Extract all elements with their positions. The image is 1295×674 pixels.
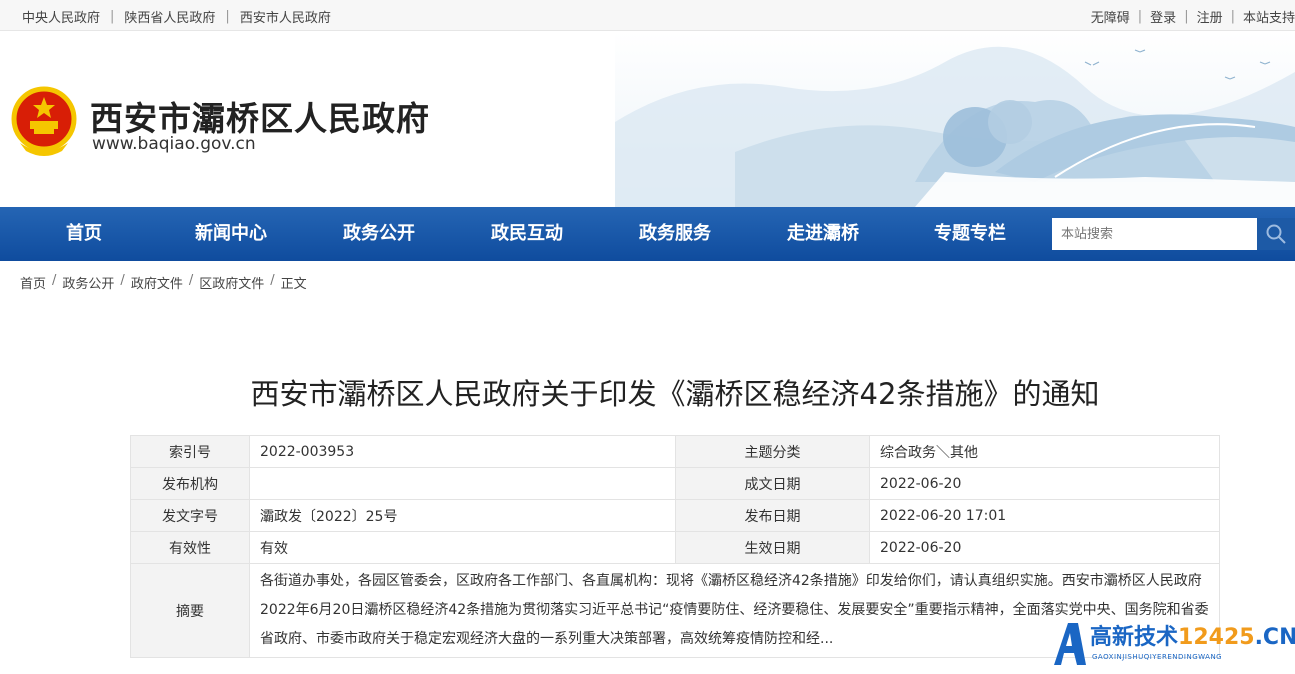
breadcrumb-district-docs[interactable]: 区政府文件 [199,273,264,292]
watermark-main: 高新技术 [1090,625,1179,650]
breadcrumb-current: 正文 [280,277,307,292]
validity-value: 有效 [249,531,676,564]
topic-label: 主题分类 [675,435,870,468]
nav-item-news[interactable]: 新闻中心 [176,207,286,261]
national-emblem-icon [11,86,77,156]
nav-item-home[interactable]: 首页 [34,207,134,261]
summary-label: 摘要 [130,563,250,658]
site-title[interactable]: 西安市灞桥区人民政府 [90,92,430,140]
link-register[interactable]: 注册 [1197,7,1223,26]
breadcrumb-separator: / [52,273,57,288]
nav-item-special-topics[interactable]: 专题专栏 [915,207,1025,261]
watermark-a-icon [1054,623,1086,665]
link-accessibility[interactable]: 无障碍 [1091,7,1130,26]
link-site-support[interactable]: 本站支持 [1243,7,1295,26]
divider: | [225,9,230,24]
breadcrumb-gov-docs[interactable]: 政府文件 [131,273,183,292]
site-url: www.baqiao.gov.cn [92,134,256,154]
site-header: 西安市灞桥区人民政府 www.baqiao.gov.cn [0,32,1295,207]
link-login[interactable]: 登录 [1150,7,1176,26]
nav-item-interaction[interactable]: 政民互动 [472,207,582,261]
publish-date-value: 2022-06-20 17:01 [869,499,1220,532]
bridge-scenery-banner [615,32,1295,207]
publish-date-label: 发布日期 [675,499,870,532]
made-date-label: 成文日期 [675,467,870,500]
watermark-cn: .CN [1254,625,1295,650]
table-row: 发文字号 灞政发〔2022〕25号 发布日期 2022-06-20 17:01 [130,499,1220,532]
watermark-logo: 高新技术12425.CN GAOXINJISHUQIYERENDINGWANG [1050,615,1295,674]
index-label: 索引号 [130,435,250,468]
search-input[interactable] [1052,218,1257,250]
top-links-left: 中央人民政府 | 陕西省人民政府 | 西安市人民政府 [22,7,331,26]
divider: | [1184,9,1189,24]
link-xian-gov[interactable]: 西安市人民政府 [240,7,331,26]
breadcrumb-gov-affairs[interactable]: 政务公开 [62,273,114,292]
org-value [249,467,676,500]
search-button[interactable] [1257,218,1295,250]
top-links-right: 无障碍 | 登录 | 注册 | 本站支持 [1091,7,1295,26]
made-date-value: 2022-06-20 [869,467,1220,500]
watermark-subtext: GAOXINJISHUQIYERENDINGWANG [1092,653,1223,661]
effective-date-value: 2022-06-20 [869,531,1220,564]
nav-item-about-baqiao[interactable]: 走进灞桥 [768,207,878,261]
org-label: 发布机构 [130,467,250,500]
divider: | [1230,9,1235,24]
breadcrumb-home[interactable]: 首页 [20,273,46,292]
link-shaanxi-gov[interactable]: 陕西省人民政府 [124,7,215,26]
watermark-text: 高新技术12425.CN [1090,619,1295,651]
divider: | [1137,9,1143,24]
index-value: 2022-003953 [249,435,676,468]
table-row: 索引号 2022-003953 主题分类 综合政务＼其他 [130,435,1220,468]
top-bar: 中央人民政府 | 陕西省人民政府 | 西安市人民政府 无障碍 | 登录 | 注册… [0,0,1295,31]
nav-item-services[interactable]: 政务服务 [620,207,730,261]
topic-value: 综合政务＼其他 [869,435,1220,468]
breadcrumb-separator: / [270,273,275,288]
doc-number-value: 灞政发〔2022〕25号 [249,499,676,532]
table-row: 发布机构 成文日期 2022-06-20 [130,467,1220,500]
divider: | [110,9,115,24]
effective-date-label: 生效日期 [675,531,870,564]
main-nav: 首页 新闻中心 政务公开 政民互动 政务服务 走进灞桥 专题专栏 [0,207,1295,261]
doc-number-label: 发文字号 [130,499,250,532]
watermark-number: 12425 [1178,625,1255,650]
breadcrumb: 首页 / 政务公开 / 政府文件 / 区政府文件 / 正文 [20,273,307,292]
breadcrumb-separator: / [188,273,194,288]
link-central-gov[interactable]: 中央人民政府 [22,7,100,26]
search-icon [1266,224,1286,244]
validity-label: 有效性 [130,531,250,564]
table-row: 有效性 有效 生效日期 2022-06-20 [130,531,1220,564]
article-title: 西安市灞桥区人民政府关于印发《灞桥区稳经济42条措施》的通知 [250,377,1100,411]
breadcrumb-separator: / [120,273,125,288]
nav-item-gov-affairs[interactable]: 政务公开 [324,207,434,261]
